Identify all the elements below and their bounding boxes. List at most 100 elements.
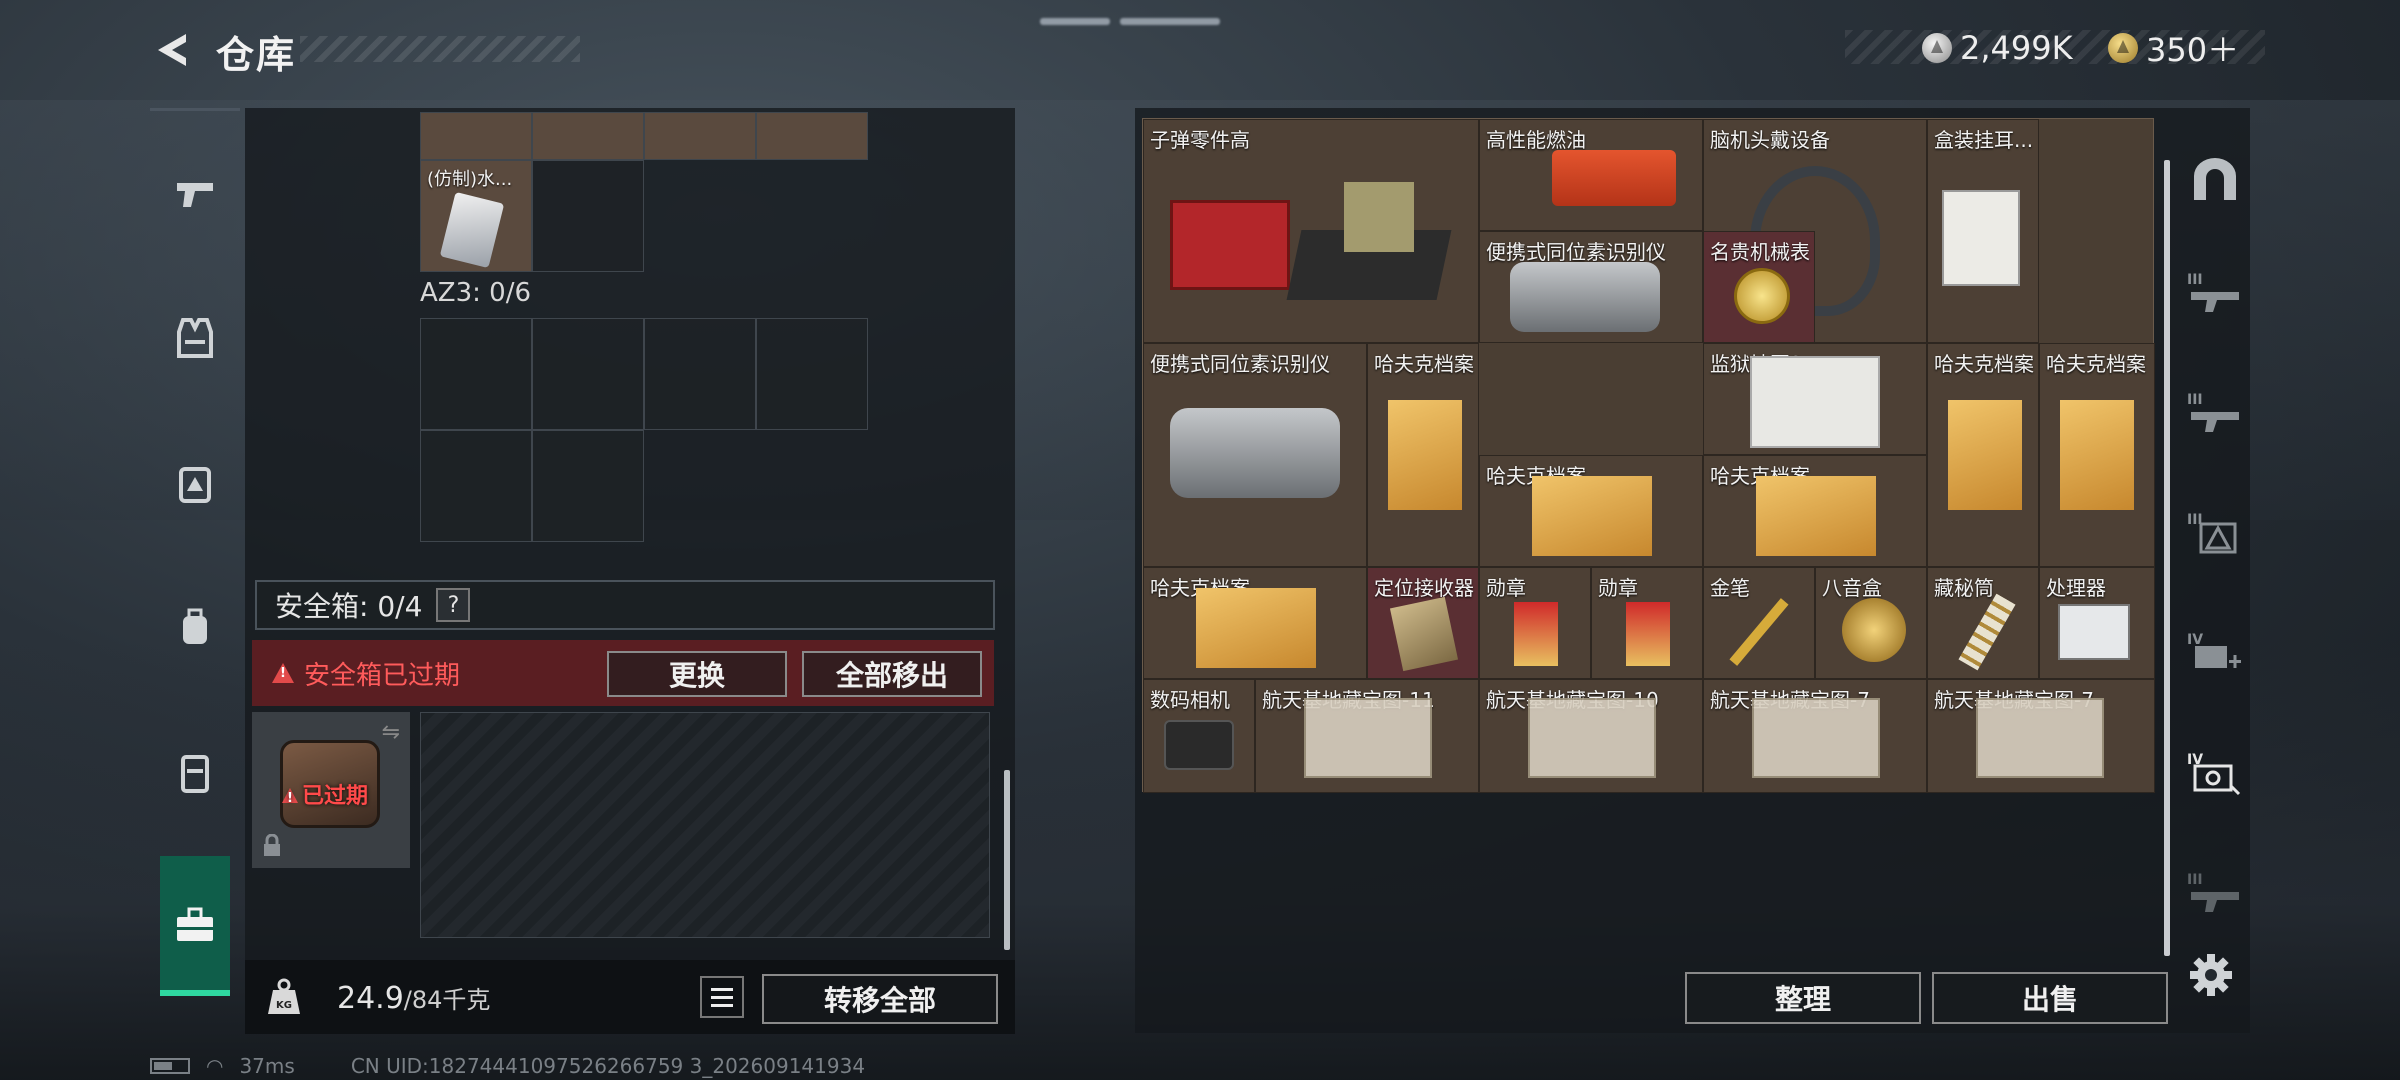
stash-item[interactable]: 勋章 bbox=[1591, 567, 1703, 679]
grid-slot[interactable] bbox=[532, 430, 644, 542]
grid-slot[interactable] bbox=[756, 112, 868, 160]
rail-armor[interactable] bbox=[170, 313, 220, 363]
silver-currency: 2,499K bbox=[1922, 29, 2073, 67]
container-label: AZ3: 0/6 bbox=[420, 278, 532, 308]
stash-item[interactable]: 便携式同位素识别仪 bbox=[1479, 231, 1703, 343]
gold-currency[interactable]: 350＋ bbox=[2108, 30, 2239, 69]
stash-tab-3[interactable]: III bbox=[2180, 498, 2250, 568]
grid-slot[interactable] bbox=[420, 318, 532, 430]
item-label: 便携式同位素识别仪 bbox=[1486, 240, 1666, 264]
item-label: 藏秘筒 bbox=[1934, 576, 1994, 600]
stash-item[interactable]: 哈夫克档案 bbox=[1367, 343, 1479, 567]
item-label: 定位接收器 bbox=[1374, 576, 1474, 600]
stash-item[interactable]: 哈夫克档案 bbox=[1143, 567, 1367, 679]
stash-grid: 子弹零件高 高性能燃油 脑机头戴设备 盒装挂耳... 便携式同位素识别仪 名贵机… bbox=[1142, 118, 2155, 793]
stash-item[interactable]: 哈夫克档案 bbox=[1479, 455, 1703, 567]
back-arrow-icon[interactable] bbox=[150, 28, 194, 72]
stash-item[interactable]: 名贵机械表 bbox=[1703, 231, 1815, 343]
az3-grid-row1 bbox=[420, 318, 868, 430]
gun-case-icon: III bbox=[2187, 872, 2239, 912]
sort-button[interactable]: 整理 bbox=[1685, 972, 1921, 1024]
locked-safe-grid bbox=[420, 712, 990, 938]
sell-button[interactable]: 出售 bbox=[1932, 972, 2168, 1024]
stash-item[interactable]: 便携式同位素识别仪 bbox=[1143, 343, 1367, 567]
stash-tab-2[interactable]: III bbox=[2180, 378, 2250, 448]
gold-amount: 350＋ bbox=[2146, 31, 2240, 69]
stash-item[interactable]: 航天基地藏宝图-7 bbox=[1927, 679, 2155, 793]
rail-chest-rig[interactable] bbox=[170, 748, 220, 798]
medical-case-icon: III bbox=[2187, 512, 2237, 554]
rig-icon bbox=[181, 755, 209, 793]
stash-item[interactable]: 哈夫克档案 bbox=[1703, 455, 1927, 567]
gun-case-icon: III bbox=[2187, 272, 2239, 312]
medal-art bbox=[1626, 602, 1670, 666]
item-label: 金笔 bbox=[1710, 576, 1750, 600]
grid-slot[interactable] bbox=[532, 160, 644, 272]
transfer-all-button[interactable]: 转移全部 bbox=[762, 974, 998, 1024]
stash-item[interactable]: 航天基地藏宝图-10 bbox=[1479, 679, 1703, 793]
grid-slot[interactable] bbox=[644, 318, 756, 430]
warning-icon bbox=[282, 788, 298, 806]
stash-item[interactable]: 哈夫克档案 bbox=[2039, 343, 2155, 567]
stash-item[interactable]: 处理器 bbox=[2039, 567, 2155, 679]
stash-item[interactable]: 监狱地图2 bbox=[1703, 343, 1927, 455]
lock-icon bbox=[264, 834, 280, 856]
inventory-scrollbar[interactable] bbox=[1004, 770, 1010, 950]
stash-item[interactable]: 金笔 bbox=[1703, 567, 1815, 679]
remove-all-button[interactable]: 全部移出 bbox=[802, 651, 982, 697]
water-bottle-art bbox=[439, 191, 505, 269]
file-folder-art bbox=[1196, 588, 1316, 668]
list-view-icon[interactable] bbox=[700, 976, 744, 1018]
treasure-map-art bbox=[1304, 698, 1432, 778]
stash-scrollbar[interactable] bbox=[2164, 160, 2170, 956]
stash-item[interactable]: 数码相机 bbox=[1143, 679, 1255, 793]
grid-slot[interactable] bbox=[532, 318, 644, 430]
stash-item[interactable]: 哈夫克档案 bbox=[1927, 343, 2039, 567]
item-label: 勋章 bbox=[1598, 576, 1638, 600]
isotope-scanner-art bbox=[1170, 408, 1340, 498]
grid-slot[interactable] bbox=[420, 430, 532, 542]
stash-tab-6[interactable]: III bbox=[2180, 858, 2250, 928]
rail-safe-box[interactable] bbox=[170, 900, 220, 950]
watch-art bbox=[1734, 268, 1790, 324]
expired-notice: 安全箱已过期 bbox=[304, 660, 461, 691]
stash-item[interactable]: 子弹零件高 bbox=[1143, 119, 1479, 343]
grid-slot[interactable] bbox=[420, 112, 532, 160]
page-title: 仓库 bbox=[216, 33, 297, 77]
rail-pouch[interactable] bbox=[170, 603, 220, 653]
stash-item[interactable]: 勋章 bbox=[1479, 567, 1591, 679]
stash-item[interactable]: 高性能燃油 bbox=[1479, 119, 1703, 231]
stash-tab-1[interactable]: III bbox=[2180, 258, 2250, 328]
grid-slot[interactable] bbox=[756, 318, 868, 430]
stash-tab-4[interactable]: IV bbox=[2180, 618, 2250, 688]
arch-icon bbox=[2194, 158, 2236, 200]
item-label: 子弹零件高 bbox=[1150, 128, 1250, 152]
stash-item[interactable]: 定位接收器 bbox=[1367, 567, 1479, 679]
safe-case-slot[interactable]: ⇋ 已过期 bbox=[252, 712, 410, 868]
title-decoration bbox=[300, 36, 580, 62]
replace-button[interactable]: 更换 bbox=[607, 651, 787, 697]
stash-item[interactable]: 八音盒 bbox=[1815, 567, 1927, 679]
safe-box-label: 安全箱: 0/4 bbox=[275, 590, 423, 623]
gear-icon[interactable] bbox=[2188, 952, 2234, 998]
stash-tab-main[interactable] bbox=[2180, 144, 2250, 214]
toolbox-icon bbox=[177, 907, 213, 941]
item-label: (仿制)水... bbox=[427, 169, 513, 190]
grid-slot[interactable] bbox=[644, 112, 756, 160]
stash-item[interactable]: 航天基地藏宝图-7 bbox=[1703, 679, 1927, 793]
medal-art bbox=[1514, 602, 1558, 666]
inventory-item[interactable]: (仿制)水... bbox=[420, 160, 532, 272]
stash-tab-5-active[interactable]: IV bbox=[2180, 738, 2250, 808]
grid-slot[interactable] bbox=[532, 112, 644, 160]
processor-art bbox=[2058, 604, 2130, 660]
stash-item[interactable]: 航天基地藏宝图-11 bbox=[1255, 679, 1479, 793]
help-icon[interactable]: ? bbox=[436, 588, 471, 622]
rail-backpack[interactable] bbox=[170, 458, 220, 508]
stash-item[interactable]: 盒装挂耳... bbox=[1927, 119, 2039, 343]
stash-item[interactable]: 藏秘筒 bbox=[1927, 567, 2039, 679]
item-label: 便携式同位素识别仪 bbox=[1150, 352, 1330, 376]
rail-weapon[interactable] bbox=[170, 168, 220, 218]
rail-divider bbox=[150, 108, 240, 111]
swap-icon[interactable]: ⇋ bbox=[382, 720, 400, 745]
top-bar: 仓库 2,499K 350＋ bbox=[0, 0, 2400, 100]
